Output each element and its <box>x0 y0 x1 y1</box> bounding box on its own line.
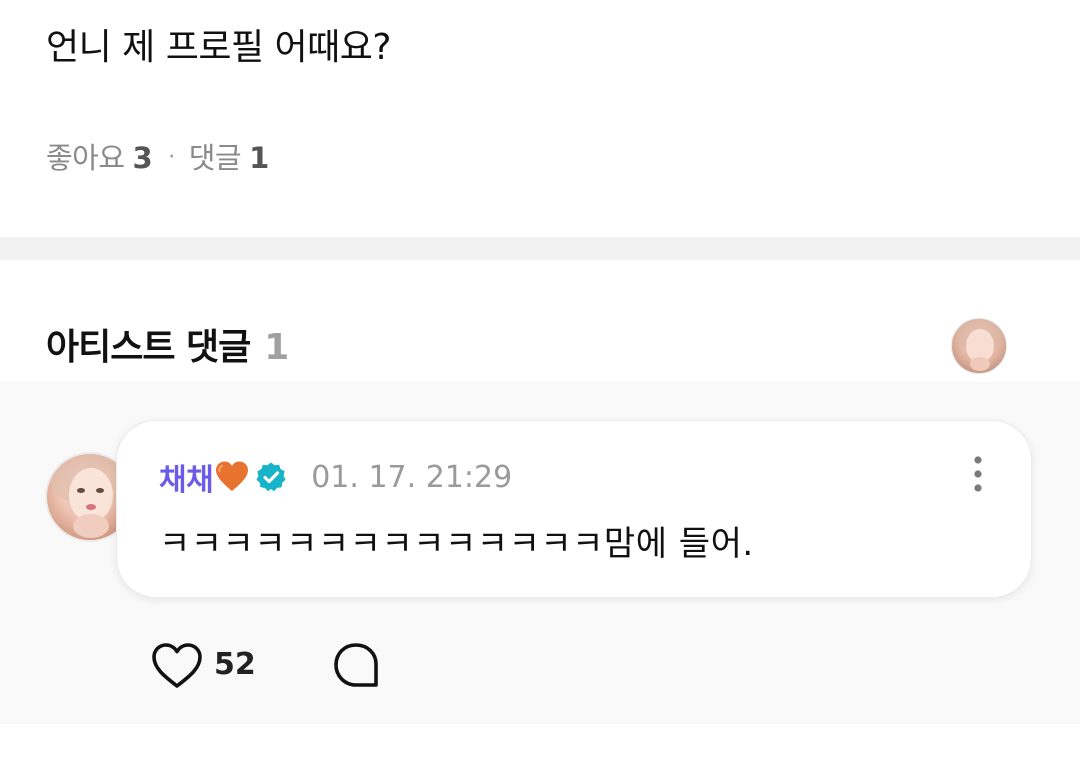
section-divider <box>0 237 1080 260</box>
avatar-lips <box>86 504 96 510</box>
artist-comments-title-text: 아티스트 댓글 <box>46 327 251 368</box>
post-text: 언니 제 프로필 어때요? <box>46 27 392 68</box>
comment-like-count: 52 <box>214 647 256 682</box>
artist-comments-title: 아티스트 댓글 1 <box>46 324 289 372</box>
avatar-eye-right <box>96 488 104 493</box>
verified-badge-icon <box>256 462 286 492</box>
heart-outline-icon[interactable] <box>150 640 204 690</box>
avatar-eye-left <box>77 488 85 493</box>
orange-heart-icon <box>216 461 249 491</box>
likes-label[interactable]: 좋아요 <box>46 138 125 178</box>
comments-label[interactable]: 댓글 <box>189 138 242 178</box>
artist-avatar-small[interactable] <box>951 318 1007 374</box>
comment-text: ㅋㅋㅋㅋㅋㅋㅋㅋㅋㅋㅋㅋㅋㅋ맘에 들어. <box>159 524 754 564</box>
comment-author-row: 채채 01. 17. 21:29 <box>159 455 513 499</box>
more-vertical-icon[interactable] <box>966 454 990 494</box>
comment-timestamp: 01. 17. 21:29 <box>311 459 513 495</box>
likes-count[interactable]: 3 <box>133 138 153 178</box>
artist-comments-count: 1 <box>264 327 289 368</box>
comment-author-name[interactable]: 채채 <box>159 455 214 499</box>
comment-bubble <box>116 420 1032 598</box>
post-stats: 좋아요 3 · 댓글 1 <box>46 138 269 178</box>
speech-bubble-icon[interactable] <box>332 641 380 689</box>
comments-count[interactable]: 1 <box>249 138 269 178</box>
avatar-hand <box>970 357 990 371</box>
stats-separator: · <box>168 145 175 170</box>
avatar-hand <box>73 514 109 538</box>
